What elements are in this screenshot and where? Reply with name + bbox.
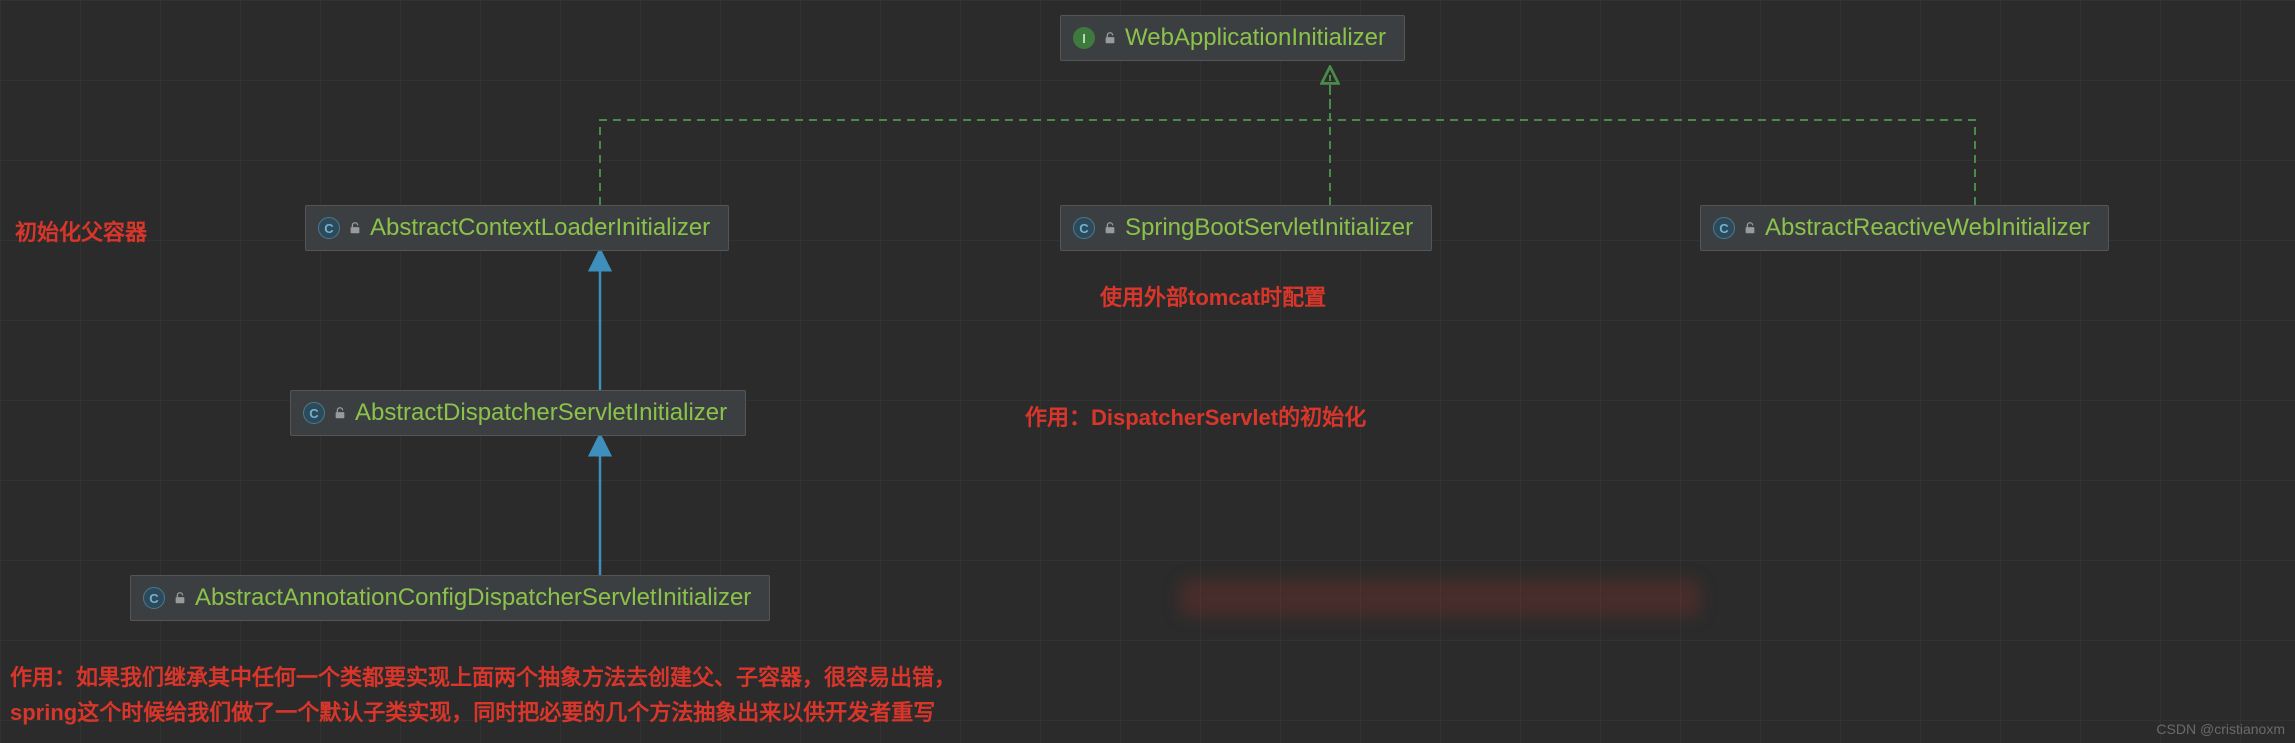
annotation-parent-container: 初始化父容器 <box>15 215 147 247</box>
diagram-connectors <box>0 0 2295 743</box>
node-label: WebApplicationInitializer <box>1125 24 1386 52</box>
unlock-icon <box>333 406 347 420</box>
unlock-icon <box>1743 221 1757 235</box>
node-abstract-reactive-web-initializer[interactable]: C AbstractReactiveWebInitializer <box>1700 205 2109 251</box>
class-icon: C <box>318 217 340 239</box>
class-icon: C <box>1713 217 1735 239</box>
watermark: CSDN @cristianoxm <box>2156 721 2285 737</box>
unlock-icon <box>173 591 187 605</box>
class-icon: C <box>143 587 165 609</box>
annotation-bottom-line-2: spring这个时候给我们做了一个默认子类实现，同时把必要的几个方法抽象出来以供… <box>10 695 935 727</box>
node-abstract-context-loader-initializer[interactable]: C AbstractContextLoaderInitializer <box>305 205 729 251</box>
unlock-icon <box>1103 31 1117 45</box>
node-label: AbstractAnnotationConfigDispatcherServle… <box>195 584 751 612</box>
node-label: AbstractReactiveWebInitializer <box>1765 214 2090 242</box>
class-icon: C <box>1073 217 1095 239</box>
interface-icon: I <box>1073 27 1095 49</box>
annotation-bottom-line-1: 作用：如果我们继承其中任何一个类都要实现上面两个抽象方法去创建父、子容器，很容易… <box>10 660 956 692</box>
annotation-dispatcher-purpose: 作用：DispatcherServlet的初始化 <box>1025 400 1366 432</box>
node-abstract-dispatcher-servlet-initializer[interactable]: C AbstractDispatcherServletInitializer <box>290 390 746 436</box>
node-label: AbstractDispatcherServletInitializer <box>355 399 727 427</box>
class-icon: C <box>303 402 325 424</box>
node-abstract-annotation-config-dispatcher-servlet-initializer[interactable]: C AbstractAnnotationConfigDispatcherServ… <box>130 575 770 621</box>
node-spring-boot-servlet-initializer[interactable]: C SpringBootServletInitializer <box>1060 205 1432 251</box>
node-label: SpringBootServletInitializer <box>1125 214 1413 242</box>
node-label: AbstractContextLoaderInitializer <box>370 214 710 242</box>
unlock-icon <box>1103 221 1117 235</box>
annotation-external-tomcat: 使用外部tomcat时配置 <box>1100 280 1326 312</box>
unlock-icon <box>348 221 362 235</box>
annotation-blurred <box>1180 580 1700 616</box>
node-web-application-initializer[interactable]: I WebApplicationInitializer <box>1060 15 1405 61</box>
